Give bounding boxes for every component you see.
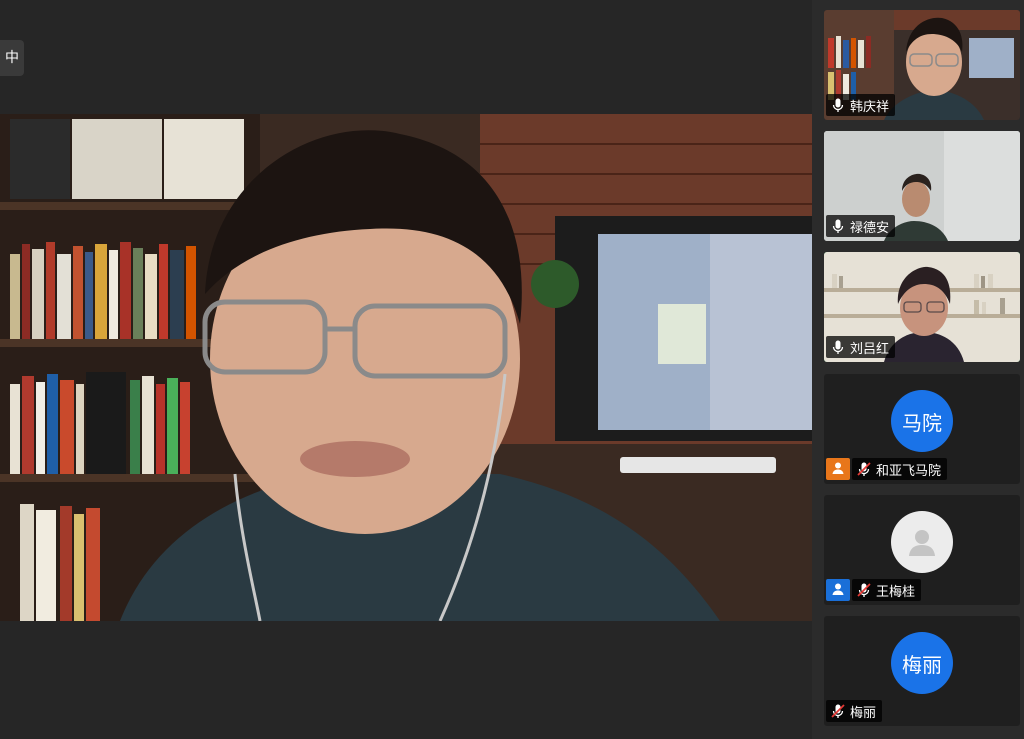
person-icon [831,460,845,479]
default-avatar-icon [891,511,953,573]
host-badge [826,458,850,480]
participant-name-tag: 禄德安 [826,215,896,237]
speaker-video-frame [0,114,812,621]
microphone-muted-icon [856,582,872,598]
participant-tile[interactable]: 禄德安 [824,131,1020,241]
participant-avatar: 马院 [891,390,953,452]
participant-tile[interactable]: 韩庆祥 [824,10,1020,120]
main-speaker-video[interactable] [0,114,812,621]
status-chip[interactable]: 中 [0,40,24,76]
participant-name-tag: 韩庆祥 [826,94,896,116]
participant-name-tag: 梅丽 [826,700,883,722]
participant-name: 刘吕红 [850,341,890,357]
microphone-icon [830,339,846,355]
microphone-icon [830,218,846,234]
microphone-muted-icon [856,461,872,477]
participant-name: 和亚飞马院 [876,463,942,479]
participant-name: 梅丽 [850,705,877,721]
participant-name: 王梅桂 [876,584,916,600]
participant-panel: 韩庆祥 禄德安 刘吕红 马院 和亚飞马院 王梅桂 梅丽 梅丽 [812,0,1024,739]
participant-tile[interactable]: 马院 和亚飞马院 [824,374,1020,484]
microphone-icon [830,97,846,113]
participant-name-tag: 和亚飞马院 [852,458,948,480]
cohost-badge [826,579,850,601]
participant-tile[interactable]: 梅丽 梅丽 [824,616,1020,726]
participant-name-tag: 刘吕红 [826,336,896,358]
participant-avatar: 梅丽 [891,632,953,694]
microphone-muted-icon [830,703,846,719]
person-icon [831,581,845,600]
participant-tile[interactable]: 王梅桂 [824,495,1020,605]
participant-name: 韩庆祥 [850,99,890,115]
participant-tile-active[interactable]: 刘吕红 [824,252,1020,362]
participant-name: 禄德安 [850,220,890,236]
participant-name-tag: 王梅桂 [852,579,922,601]
main-stage: 中 [0,0,812,739]
